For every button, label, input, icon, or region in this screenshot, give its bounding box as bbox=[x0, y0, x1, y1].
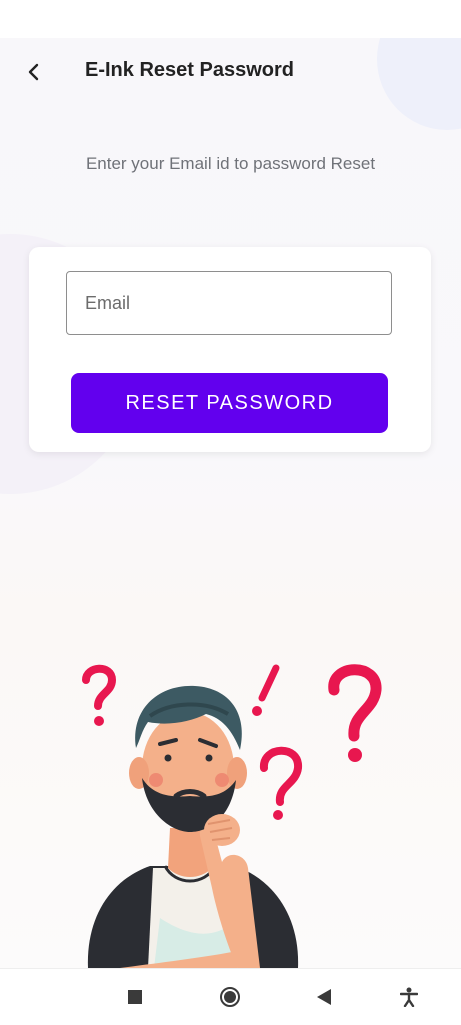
reset-form-card: RESET PASSWORD bbox=[29, 247, 431, 452]
confused-man-illustration bbox=[82, 664, 382, 968]
email-input[interactable] bbox=[66, 271, 392, 335]
app-header: E-Ink Reset Password bbox=[0, 38, 461, 108]
question-mark-icon bbox=[82, 664, 117, 726]
recent-apps-icon bbox=[128, 990, 142, 1004]
system-navigation-bar bbox=[0, 968, 461, 1025]
chevron-left-icon bbox=[28, 63, 39, 81]
question-mark-icon bbox=[328, 664, 382, 762]
exclamation-mark-icon bbox=[252, 664, 280, 716]
page-title: E-Ink Reset Password bbox=[85, 59, 294, 81]
recent-apps-button[interactable] bbox=[113, 969, 157, 1025]
app-screen: E-Ink Reset Password Enter your Email id… bbox=[0, 38, 461, 968]
home-button[interactable] bbox=[208, 969, 252, 1025]
home-icon bbox=[220, 987, 240, 1007]
back-icon bbox=[317, 989, 331, 1005]
question-mark-icon bbox=[260, 746, 302, 820]
back-button[interactable] bbox=[20, 58, 48, 86]
instruction-text: Enter your Email id to password Reset bbox=[85, 154, 376, 173]
accessibility-button[interactable] bbox=[387, 969, 431, 1025]
reset-password-button[interactable]: RESET PASSWORD bbox=[71, 373, 388, 433]
back-nav-button[interactable] bbox=[302, 969, 346, 1025]
accessibility-icon bbox=[400, 987, 418, 1007]
status-bar bbox=[0, 0, 461, 38]
